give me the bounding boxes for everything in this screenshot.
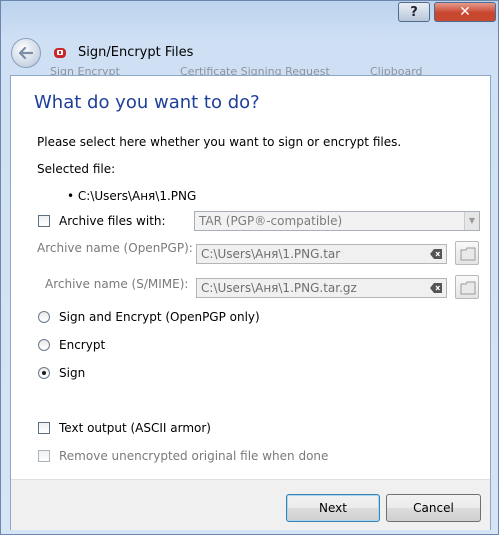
help-button[interactable]: ? — [398, 2, 430, 22]
radio-sign-and-encrypt[interactable] — [38, 311, 50, 323]
radio-sign-and-encrypt-label[interactable]: Sign and Encrypt (OpenPGP only) — [59, 310, 260, 324]
folder-icon — [460, 281, 476, 295]
browse-smime-button[interactable] — [455, 275, 479, 299]
radio-sign-label[interactable]: Sign — [59, 366, 85, 380]
text-output-label[interactable]: Text output (ASCII armor) — [59, 421, 211, 435]
window-title: Sign/Encrypt Files — [78, 45, 194, 60]
archive-name-openpgp-value: C:\Users\Аня\1.PNG.tar — [201, 247, 341, 261]
navigation-bar: Sign/Encrypt Files Sign Encrypt Certific… — [2, 31, 499, 78]
sign-encrypt-dialog: ? ✕ Sign/Encrypt Files Sign Encrypt Cert… — [0, 0, 499, 535]
archive-name-openpgp-field[interactable]: C:\Users\Аня\1.PNG.tar — [196, 244, 447, 264]
page-title: What do you want to do? — [34, 92, 260, 113]
archive-name-smime-value: C:\Users\Аня\1.PNG.tar.gz — [201, 281, 357, 295]
clear-icon[interactable] — [430, 249, 442, 259]
archive-name-smime-field[interactable]: C:\Users\Аня\1.PNG.tar.gz — [196, 278, 447, 298]
close-button[interactable]: ✕ — [434, 2, 496, 22]
radio-encrypt-label[interactable]: Encrypt — [59, 338, 105, 352]
remove-original-label[interactable]: Remove unencrypted original file when do… — [59, 449, 328, 463]
selected-file-label: Selected file: — [37, 162, 116, 176]
text-output-checkbox[interactable] — [38, 422, 50, 434]
selected-file-item: • C:\Users\Аня\1.PNG — [67, 189, 197, 203]
button-bar: Next Cancel — [11, 479, 490, 530]
remove-original-checkbox[interactable] — [38, 450, 50, 462]
chevron-down-icon[interactable]: ▼ — [464, 212, 479, 230]
browse-openpgp-button[interactable] — [455, 241, 479, 265]
clear-icon[interactable] — [430, 283, 442, 293]
radio-encrypt[interactable] — [38, 339, 50, 351]
archive-format-value: TAR (PGP®-compatible) — [199, 214, 343, 228]
radio-sign[interactable] — [38, 367, 50, 379]
archive-name-openpgp-label: Archive name (OpenPGP): — [37, 241, 193, 255]
instruction-text: Please select here whether you want to s… — [37, 135, 402, 149]
wizard-page: What do you want to do? Please select he… — [10, 75, 491, 530]
kleopatra-app-icon — [53, 46, 67, 59]
archive-checkbox[interactable] — [38, 215, 50, 227]
back-arrow-icon[interactable] — [11, 38, 41, 68]
archive-format-select[interactable]: TAR (PGP®-compatible) ▼ — [194, 211, 480, 231]
archive-name-smime-label: Archive name (S/MIME): — [45, 277, 189, 291]
cancel-button[interactable]: Cancel — [386, 494, 481, 522]
next-button[interactable]: Next — [286, 494, 380, 522]
archive-checkbox-label[interactable]: Archive files with: — [59, 214, 166, 228]
folder-icon — [460, 247, 476, 261]
